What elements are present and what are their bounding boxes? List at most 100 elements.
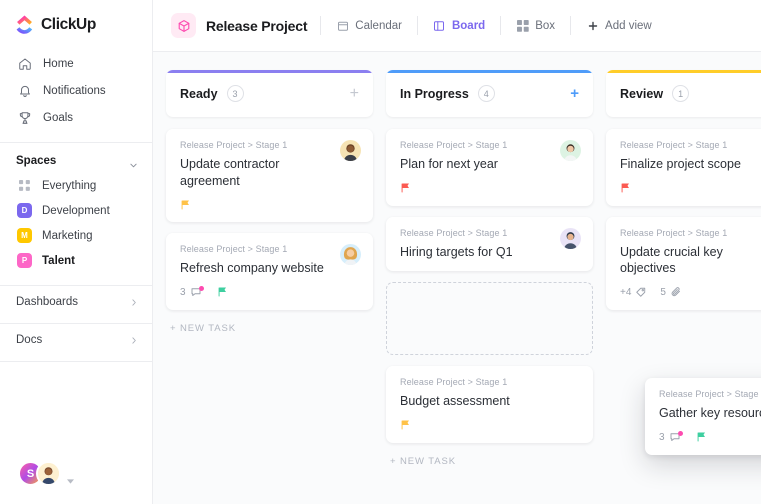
column-header-in-progress[interactable]: In Progress 4 + (386, 70, 593, 117)
separator (416, 16, 418, 35)
topbar: Release Project Calendar Board Box Add v… (153, 0, 761, 52)
sidebar-item-home[interactable]: Home (0, 50, 152, 77)
board-canvas: Ready 3 + Release Project > Stage 1 Upda… (153, 52, 761, 504)
sidebar-item-label: Home (43, 57, 74, 70)
task-breadcrumb: Release Project > Stage 1 (620, 140, 728, 150)
new-task-button[interactable]: + NEW TASK (386, 456, 593, 467)
priority-flag[interactable] (400, 419, 412, 431)
sidebar-item-goals[interactable]: Goals (0, 104, 152, 131)
board-column-in-progress: In Progress 4 + Release Project > Stage … (386, 70, 593, 504)
sidebar-item-marketing[interactable]: M Marketing (0, 223, 152, 248)
tab-label: Board (451, 19, 486, 32)
sidebar-item-development[interactable]: D Development (0, 198, 152, 223)
assignee-avatar[interactable] (560, 227, 581, 249)
tab-label: Calendar (355, 19, 402, 32)
space-label: Talent (42, 254, 76, 267)
task-card[interactable]: Release Project > Stage 1 Budget assessm… (386, 366, 593, 443)
sidebar-user-area[interactable]: S (0, 461, 152, 504)
brand[interactable]: ClickUp (0, 0, 152, 48)
task-breadcrumb: Release Project > Stage 1 (400, 227, 508, 238)
column-cards: Release Project > Stage 1 Update contrac… (166, 129, 373, 310)
tab-board[interactable]: Board (431, 16, 487, 35)
tab-label: Box (535, 19, 556, 32)
attachment-count-value: 5 (660, 286, 666, 298)
task-footer (620, 182, 761, 195)
sidebar-item-talent[interactable]: P Talent (0, 248, 152, 273)
board-icon (433, 19, 446, 32)
page-title: Release Project (206, 17, 308, 34)
priority-flag[interactable] (620, 182, 632, 194)
task-card[interactable]: Release Project > Stage 1 Update contrac… (166, 129, 373, 222)
new-task-button[interactable]: + NEW TASK (166, 323, 373, 334)
chevron-down-icon[interactable] (129, 157, 138, 167)
board-column-ready: Ready 3 + Release Project > Stage 1 Upda… (166, 70, 373, 504)
task-breadcrumb: Release Project > Stage 1 (659, 389, 761, 399)
tab-box[interactable]: Box (514, 16, 557, 35)
task-title: Plan for next year (400, 157, 498, 171)
task-breadcrumb: Release Project > Stage 1 (400, 377, 508, 387)
assignee-avatar[interactable] (340, 140, 361, 161)
task-card[interactable]: Release Project > Stage 1 Finalize proje… (606, 129, 761, 206)
task-title: Update crucial key objectives (620, 244, 723, 276)
task-footer: 3 (659, 430, 761, 444)
task-footer: 3 (180, 285, 360, 299)
assignee-avatar[interactable] (560, 140, 581, 161)
sidebar-item-notifications[interactable]: Notifications (0, 77, 152, 104)
sidebar-item-label: Goals (43, 111, 74, 124)
assignee-avatar[interactable] (340, 244, 361, 265)
grid-icon (17, 178, 32, 193)
comment-count[interactable]: 3 (180, 285, 204, 299)
comment-count[interactable]: 3 (659, 430, 683, 444)
comment-count-value: 3 (659, 431, 665, 443)
space-label: Everything (42, 179, 97, 192)
task-card[interactable]: Release Project > Stage 1 Refresh compan… (166, 233, 373, 310)
task-card[interactable]: Release Project > Stage 1 Update crucial… (606, 216, 761, 310)
task-footer (400, 419, 580, 432)
chevron-right-icon (130, 336, 138, 345)
tab-calendar[interactable]: Calendar (334, 16, 404, 35)
task-breadcrumb: Release Project > Stage 1 (180, 244, 288, 254)
user-avatar[interactable] (36, 461, 61, 486)
separator (320, 16, 322, 35)
task-footer (400, 182, 580, 195)
column-cards: Release Project > Stage 1 Plan for next … (386, 129, 593, 443)
add-view-button[interactable]: Add view (584, 16, 654, 35)
column-header-ready[interactable]: Ready 3 + (166, 70, 373, 117)
sidebar-item-everything[interactable]: Everything (0, 173, 152, 198)
trophy-icon (17, 110, 32, 125)
column-header-review[interactable]: Review 1 (606, 70, 761, 117)
priority-flag[interactable] (400, 182, 412, 194)
task-card[interactable]: Release Project > Stage 1 Hiring targets… (386, 216, 593, 271)
task-card[interactable]: Release Project > Stage 1 Plan for next … (386, 129, 593, 206)
spaces-header[interactable]: Spaces (0, 143, 152, 173)
task-title: Finalize project scope (620, 157, 741, 171)
task-footer: +4 5 (620, 286, 761, 299)
add-task-button[interactable]: + (350, 85, 359, 102)
column-title: In Progress (400, 86, 469, 101)
chevron-down-icon[interactable] (67, 471, 74, 484)
space-label: Development (42, 204, 110, 217)
space-avatar-marketing: M (17, 228, 32, 243)
task-title: Gather key resources (659, 406, 761, 420)
primary-nav: Home Notifications Goals (0, 48, 152, 137)
column-title: Review (620, 86, 664, 101)
add-task-button[interactable]: + (570, 86, 579, 101)
priority-flag[interactable] (180, 199, 192, 211)
tag-count[interactable]: +4 (620, 286, 647, 298)
brand-name: ClickUp (41, 15, 96, 33)
chevron-right-icon (130, 298, 138, 307)
space-avatar-talent: P (17, 253, 32, 268)
priority-flag[interactable] (696, 431, 708, 443)
sidebar-item-dashboards[interactable]: Dashboards (0, 286, 152, 318)
column-title: Ready (180, 86, 218, 101)
priority-flag[interactable] (217, 286, 229, 298)
space-avatar-development: D (17, 203, 32, 218)
sidebar-item-docs[interactable]: Docs (0, 324, 152, 356)
space-label: Marketing (42, 229, 93, 242)
attachment-count[interactable]: 5 (660, 286, 682, 298)
column-count: 4 (477, 85, 495, 102)
column-cards: Release Project > Stage 1 Finalize proje… (606, 129, 761, 310)
dragged-task-card[interactable]: Release Project > Stage 1 Gather key res… (645, 378, 761, 455)
box-icon (516, 19, 529, 32)
task-title: Refresh company website (180, 261, 324, 275)
